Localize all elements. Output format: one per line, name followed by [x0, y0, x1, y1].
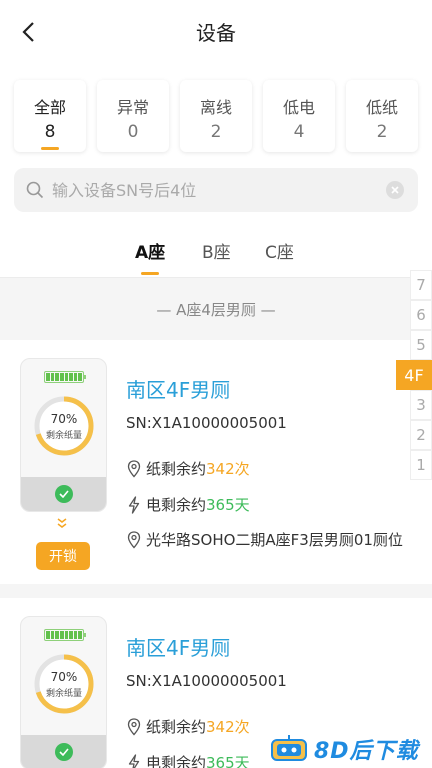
- power-prefix: 电剩余约: [146, 754, 207, 768]
- power-remaining-row: 电剩余约 365天: [126, 752, 250, 768]
- filter-count: 0: [127, 122, 139, 142]
- paper-label: 剩余纸量: [45, 688, 82, 699]
- paper-value: 342次: [206, 718, 250, 736]
- location-pin-icon: [126, 717, 142, 736]
- paper-percent: 70%: [50, 669, 78, 684]
- filter-count: 8: [44, 122, 56, 142]
- paper-prefix: 纸剩余约: [146, 718, 207, 736]
- filter-label: 异常: [116, 98, 149, 117]
- tab-active-indicator: [141, 272, 159, 275]
- tab-a[interactable]: A座: [135, 238, 165, 263]
- device-name: 南区4F男厕: [126, 636, 231, 660]
- lightning-icon: [126, 753, 142, 768]
- status-filter-bar: 全部 8 异常 0 离线 2 低电 4 低纸 2: [0, 62, 432, 162]
- floor-index-5[interactable]: 5: [410, 330, 432, 360]
- watermark-text: 8D后下载: [314, 739, 419, 764]
- filter-abnormal[interactable]: 异常 0: [97, 80, 169, 152]
- filter-label: 低电: [282, 98, 315, 117]
- watermark: 8D后下载: [270, 730, 432, 768]
- device-location: 光华路SOHO二期A座F3层男厕01厕位: [146, 531, 403, 549]
- close-icon: [391, 186, 399, 194]
- chevron-left-icon: [22, 22, 34, 42]
- status-ok-icon: [54, 743, 73, 761]
- battery-icon: [44, 371, 86, 383]
- power-prefix: 电剩余约: [146, 496, 207, 514]
- tab-c[interactable]: C座: [265, 238, 294, 263]
- back-button[interactable]: [16, 20, 40, 44]
- building-tabs: A座 B座 C座: [0, 224, 432, 278]
- filter-label: 全部: [33, 98, 66, 117]
- paper-prefix: 纸剩余约: [146, 460, 207, 478]
- filter-offline[interactable]: 离线 2: [180, 80, 252, 152]
- status-ok-icon: [54, 485, 73, 503]
- section-header: — A座4层男厕 —: [0, 278, 432, 340]
- location-pin-icon: [126, 530, 142, 549]
- filter-count: 4: [293, 122, 305, 142]
- floor-index-4f[interactable]: 4F: [396, 360, 432, 390]
- paper-value: 342次: [206, 460, 250, 478]
- robot-logo-icon: [271, 735, 307, 761]
- device-illustration: 70% 剩余纸量: [20, 616, 107, 768]
- page-title: 设备: [196, 20, 236, 45]
- filter-count: 2: [210, 122, 222, 142]
- battery-icon: [44, 629, 86, 641]
- power-value: 365天: [206, 496, 250, 514]
- chevron-down-icon: [57, 518, 67, 528]
- nav-bar: 设备: [0, 0, 432, 62]
- device-sn: SN:X1A10000005001: [126, 672, 287, 690]
- location-row: 光华路SOHO二期A座F3层男厕01厕位: [126, 529, 403, 550]
- paper-percent: 70%: [50, 411, 78, 426]
- paper-label: 剩余纸量: [45, 430, 82, 441]
- paper-remaining-row: 纸剩余约 342次: [126, 458, 250, 479]
- device-sn: SN:X1A10000005001: [126, 414, 287, 432]
- clear-button[interactable]: [386, 181, 404, 199]
- paper-remaining-row: 纸剩余约 342次: [126, 716, 250, 737]
- filter-count: 2: [376, 122, 388, 142]
- filter-all[interactable]: 全部 8: [14, 80, 86, 152]
- filter-label: 离线: [199, 98, 232, 117]
- search-section: [0, 162, 432, 224]
- device-illustration: 70% 剩余纸量: [20, 358, 107, 512]
- device-card[interactable]: 70% 剩余纸量 开锁 南区4F男厕 SN:X1A10000005001 纸剩余…: [0, 340, 432, 584]
- search-icon: [26, 181, 44, 199]
- lightning-icon: [126, 495, 142, 514]
- filter-low-battery[interactable]: 低电 4: [263, 80, 335, 152]
- floor-index-3[interactable]: 3: [410, 390, 432, 420]
- device-name: 南区4F男厕: [126, 378, 231, 402]
- floor-index-7[interactable]: 7: [410, 270, 432, 300]
- floor-index-1[interactable]: 1: [410, 450, 432, 480]
- power-value: 365天: [206, 754, 250, 768]
- floor-index-6[interactable]: 6: [410, 300, 432, 330]
- search-input[interactable]: [52, 180, 372, 200]
- filter-active-indicator: [41, 147, 59, 150]
- search-box: [14, 168, 418, 212]
- power-remaining-row: 电剩余约 365天: [126, 494, 250, 515]
- filter-low-paper[interactable]: 低纸 2: [346, 80, 418, 152]
- location-pin-icon: [126, 459, 142, 478]
- unlock-button[interactable]: 开锁: [36, 542, 90, 570]
- tab-b[interactable]: B座: [202, 238, 231, 263]
- filter-label: 低纸: [365, 98, 398, 117]
- floor-index-2[interactable]: 2: [410, 420, 432, 450]
